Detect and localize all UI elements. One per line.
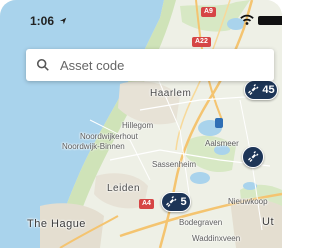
charger-cluster-marker[interactable]: 5 bbox=[161, 192, 191, 212]
asset-code-input[interactable] bbox=[58, 56, 262, 74]
asset-search-bar[interactable] bbox=[26, 49, 274, 81]
place-waddinxveen: Waddinxveen bbox=[192, 234, 241, 243]
place-leiden: Leiden bbox=[107, 183, 141, 194]
battery-icon bbox=[258, 16, 282, 25]
status-time-text: 1:06 bbox=[30, 14, 55, 28]
place-noordwijkerhout: Noordwijkerhout bbox=[80, 132, 138, 141]
cluster-count: 45 bbox=[262, 84, 275, 96]
road-shield-a4: A4 bbox=[139, 199, 154, 209]
place-aalsmeer: Aalsmeer bbox=[205, 139, 239, 148]
map-screen: A9 A22 A4 Haarlem Hillegom Noordwijkerho… bbox=[0, 0, 282, 248]
place-haarlem: Haarlem bbox=[150, 88, 192, 99]
ev-plug-icon bbox=[248, 84, 259, 95]
cluster-count: 5 bbox=[180, 196, 187, 208]
location-arrow-icon bbox=[60, 17, 67, 25]
wifi-icon bbox=[240, 14, 254, 25]
search-icon bbox=[36, 58, 49, 71]
place-the-hague: The Hague bbox=[27, 218, 86, 230]
place-bodegraven: Bodegraven bbox=[179, 218, 223, 227]
status-bar: 1:06 bbox=[0, 0, 282, 40]
place-sassenheim: Sassenheim bbox=[152, 160, 197, 169]
charger-marker[interactable] bbox=[242, 146, 264, 168]
place-ut: Ut bbox=[262, 216, 274, 228]
charger-cluster-marker[interactable]: 45 bbox=[244, 80, 278, 100]
route-marker-icon bbox=[215, 118, 223, 128]
place-hillegom: Hillegom bbox=[122, 121, 154, 130]
ev-plug-icon bbox=[248, 151, 259, 162]
status-time: 1:06 bbox=[30, 14, 67, 28]
ev-plug-icon bbox=[166, 196, 177, 207]
place-nieuwkoop: Nieuwkoop bbox=[228, 197, 268, 206]
place-noordwijk-binnen: Noordwijk-Binnen bbox=[62, 142, 125, 151]
